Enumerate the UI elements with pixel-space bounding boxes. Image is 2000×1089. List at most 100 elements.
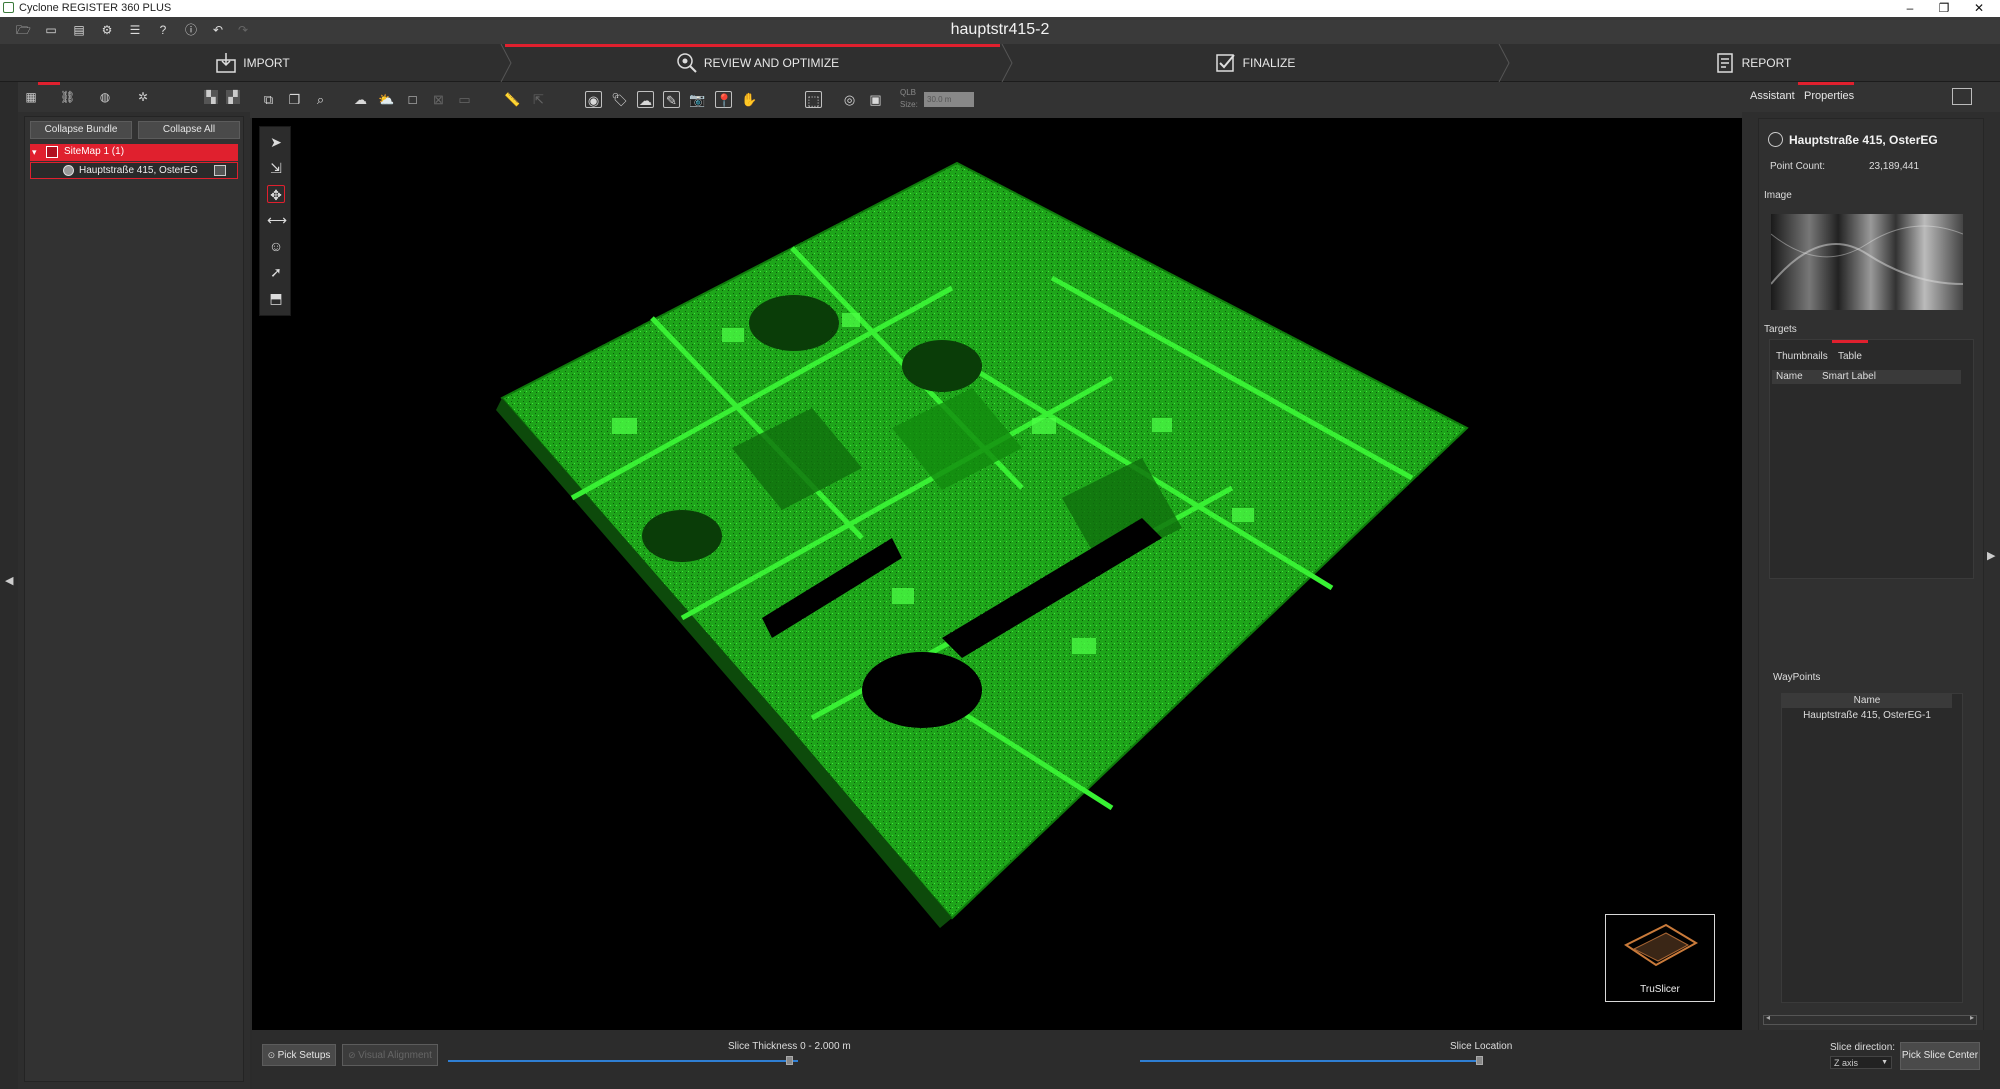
panorama-thumbnail[interactable]	[1770, 214, 1964, 310]
sitemap-label: SiteMap 1 (1)	[64, 146, 125, 157]
left-panel: ◀ ▦ ⛓ ◍ ✲ ▚ ▞ Collapse Bundle Collapse A…	[0, 82, 250, 1089]
setup-label: Hauptstraße 415, OsterEG	[79, 165, 198, 176]
visual-alignment-button[interactable]: ⊘ Visual Alignment	[342, 1044, 438, 1066]
multi-select-icon[interactable]: ⇲	[267, 159, 285, 177]
tab-properties[interactable]: Properties	[1804, 90, 1854, 102]
cloud-icon[interactable]: ☁	[352, 91, 369, 108]
step-review[interactable]: REVIEW AND OPTIMIZE	[510, 44, 1005, 82]
horizontal-scrollbar[interactable]: ◂ ▸	[1763, 1013, 1977, 1025]
cloud-select-icon[interactable]: ☁	[637, 91, 654, 108]
step-import[interactable]: IMPORT	[0, 44, 505, 82]
walk-icon[interactable]: ☺	[267, 237, 285, 255]
collapse-bundle-button[interactable]: Collapse Bundle	[30, 121, 132, 139]
active-tab-indicator	[1798, 82, 1854, 85]
waypoints-box: Name Hauptstraße 415, OsterEG-1	[1781, 693, 1963, 1003]
minimize-button[interactable]: –	[1893, 0, 1927, 17]
step-report-label: REPORT	[1741, 56, 1792, 70]
link-tab-icon[interactable]: ⛓	[60, 90, 75, 104]
square-icon[interactable]: □	[404, 91, 421, 108]
tab-thumbnails[interactable]: Thumbnails	[1776, 351, 1828, 362]
main-toolbar: 🗁 ▭ ▤ ⚙ ☰ ? ⓘ ↶ ↷ hauptstr415-2	[0, 17, 2000, 44]
waypoints-label: WayPoints	[1773, 672, 1821, 683]
slice-thickness-slider[interactable]	[448, 1060, 798, 1062]
chevron-down-icon: ▼	[1881, 1059, 1888, 1066]
globe-tab-icon[interactable]: ◍	[98, 90, 112, 104]
measure-icon[interactable]: 📏	[504, 91, 521, 108]
panel-icon[interactable]: ▭	[456, 91, 473, 108]
viewport-tools: ➤ ⇲ ✥ ⟷ ☺ ➚ ⬒	[259, 126, 291, 316]
review-icon	[676, 52, 698, 74]
fit-width-icon[interactable]: ⟷	[267, 211, 287, 229]
col-smart-label[interactable]: Smart Label	[1822, 371, 1876, 382]
bottom-bar: ⊙ Pick Setups ⊘ Visual Alignment Slice T…	[252, 1030, 2000, 1089]
select-arrow-icon[interactable]: ➤	[267, 133, 285, 151]
collapse-all-button[interactable]: Collapse All	[138, 121, 240, 139]
image-icon[interactable]	[214, 165, 226, 176]
3d-viewport[interactable]	[252, 118, 1742, 1030]
size-label: Size:	[900, 100, 918, 109]
setup-icon	[63, 165, 74, 176]
slice-direction-select[interactable]: Z axis ▼	[1830, 1056, 1892, 1069]
truslicer-widget[interactable]: TruSlicer	[1605, 914, 1715, 1002]
view-cube-icon[interactable]: ⬚	[805, 91, 822, 108]
step-finalize[interactable]: FINALIZE	[1010, 44, 1500, 82]
filter-b-icon[interactable]: ▞	[226, 90, 240, 104]
properties-panel: Hauptstraße 415, OsterEG Point Count: 23…	[1758, 118, 1984, 1082]
view-mode-icon[interactable]: ▣	[867, 91, 884, 108]
slice-location-thumb[interactable]	[1476, 1056, 1483, 1065]
size-input[interactable]: 30.0 m	[924, 92, 974, 107]
slice-location-slider[interactable]	[1140, 1060, 1482, 1062]
image-label: Image	[1764, 190, 1792, 201]
orbit-icon[interactable]: ✥	[267, 185, 285, 203]
expand-arrow-icon[interactable]: ▾	[32, 144, 37, 160]
bundle-tab-icon[interactable]: ▦	[24, 90, 38, 104]
waypoints-col-name[interactable]: Name	[1854, 695, 1881, 706]
frame-icon[interactable]: ⊠	[430, 91, 447, 108]
cube-icon[interactable]: ⬒	[267, 289, 285, 307]
cloud-layers-icon[interactable]: ⛅	[378, 91, 395, 108]
tree-item-setup[interactable]: Hauptstraße 415, OsterEG	[30, 162, 238, 179]
duplicate-icon[interactable]: ❐	[286, 91, 303, 108]
qlb-label: QLB	[900, 88, 917, 97]
collapse-right-icon[interactable]: ▶	[1987, 549, 1995, 562]
pin-icon[interactable]: 📍	[715, 91, 732, 108]
zoom-fit-icon[interactable]: ⌕	[312, 91, 329, 108]
active-tab-indicator	[38, 82, 60, 85]
left-panel-tabs: ▦ ⛓ ◍ ✲ ▚ ▞	[18, 82, 250, 112]
view-eye-icon[interactable]: ◎	[841, 91, 858, 108]
detach-panel-icon[interactable]	[1952, 88, 1972, 105]
pick-setups-label: Pick Setups	[277, 1050, 331, 1061]
tab-assistant[interactable]: Assistant	[1750, 90, 1795, 102]
scroll-right-icon[interactable]: ▸	[1970, 1013, 1974, 1022]
step-report[interactable]: REPORT	[1505, 44, 2000, 82]
target-icon[interactable]: ◉	[585, 91, 602, 108]
step-finalize-label: FINALIZE	[1242, 56, 1296, 70]
import-icon	[215, 52, 237, 74]
collapse-left-icon[interactable]: ◀	[5, 574, 13, 587]
pick-setups-button[interactable]: ⊙ Pick Setups	[262, 1044, 336, 1066]
tab-table[interactable]: Table	[1838, 351, 1862, 362]
tag-icon[interactable]: 🏷	[611, 91, 628, 108]
close-button[interactable]: ✕	[1962, 0, 1996, 17]
finalize-icon	[1215, 52, 1237, 74]
waypoint-row[interactable]: Hauptstraße 415, OsterEG-1	[1782, 710, 1952, 721]
ruler-icon[interactable]: ✎	[663, 91, 680, 108]
hand-icon[interactable]: ✋	[741, 91, 758, 108]
slice-location-label: Slice Location	[1450, 1041, 1513, 1052]
slice-thickness-label: Slice Thickness 0 - 2.000 m	[728, 1041, 851, 1052]
tree-item-sitemap[interactable]: ▾ SiteMap 1 (1)	[30, 144, 238, 161]
camera-icon[interactable]: 📷	[689, 91, 706, 108]
pointer-select-icon[interactable]: ⇱	[530, 91, 547, 108]
slice-thickness-thumb[interactable]	[786, 1056, 793, 1065]
copy-icon[interactable]: ⧉	[260, 91, 277, 108]
restore-button[interactable]: ❐	[1927, 0, 1961, 17]
filter-a-icon[interactable]: ▚	[204, 90, 218, 104]
pick-setups-icon: ⊙	[267, 1050, 278, 1060]
point-count-value: 23,189,441	[1869, 161, 1920, 172]
send-icon[interactable]: ➚	[267, 263, 285, 281]
settings-tab-icon[interactable]: ✲	[136, 90, 150, 104]
col-name[interactable]: Name	[1776, 371, 1803, 382]
scroll-left-icon[interactable]: ◂	[1766, 1013, 1770, 1022]
pick-slice-center-button[interactable]: Pick Slice Center	[1900, 1042, 1980, 1070]
truslicer-preview	[1624, 923, 1699, 967]
